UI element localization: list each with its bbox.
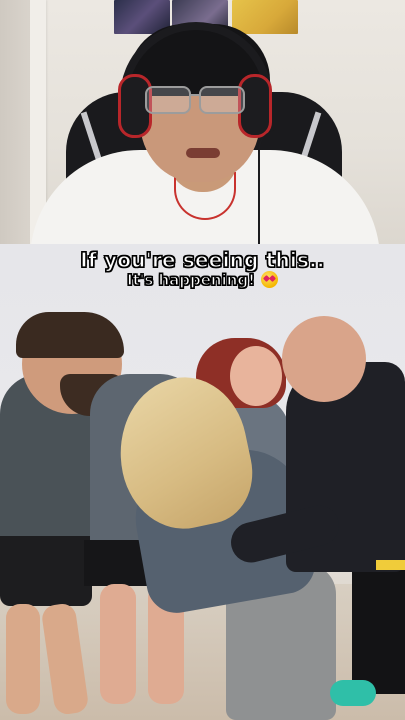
- person-1-shorts: [0, 536, 92, 606]
- wall-poster: [232, 0, 298, 34]
- caption-line-1: If you're seeing this..: [80, 247, 325, 272]
- heart-eyes-emoji-icon: [261, 271, 279, 288]
- person-1-leg: [6, 604, 40, 714]
- person-1-hair: [16, 312, 124, 358]
- person-2-leg: [100, 584, 136, 704]
- mouth: [186, 148, 220, 158]
- glasses: [145, 86, 245, 114]
- video-panel: If you're seeing this.. It's happening!: [0, 244, 405, 720]
- person-4-face: [230, 346, 282, 406]
- person-5-head: [282, 316, 366, 402]
- glasses-lens: [199, 86, 245, 114]
- person-5-teal-shoe: [330, 680, 376, 706]
- reaction-cam-panel: [0, 0, 405, 244]
- headphone-cable: [258, 130, 282, 244]
- caption-line-2: It's happening!: [0, 270, 405, 290]
- person-5-hoodie-tag: [376, 560, 405, 570]
- person-5-pants: [352, 554, 405, 694]
- glasses-lens: [145, 86, 191, 114]
- caption-line-2-text: It's happening!: [126, 270, 256, 289]
